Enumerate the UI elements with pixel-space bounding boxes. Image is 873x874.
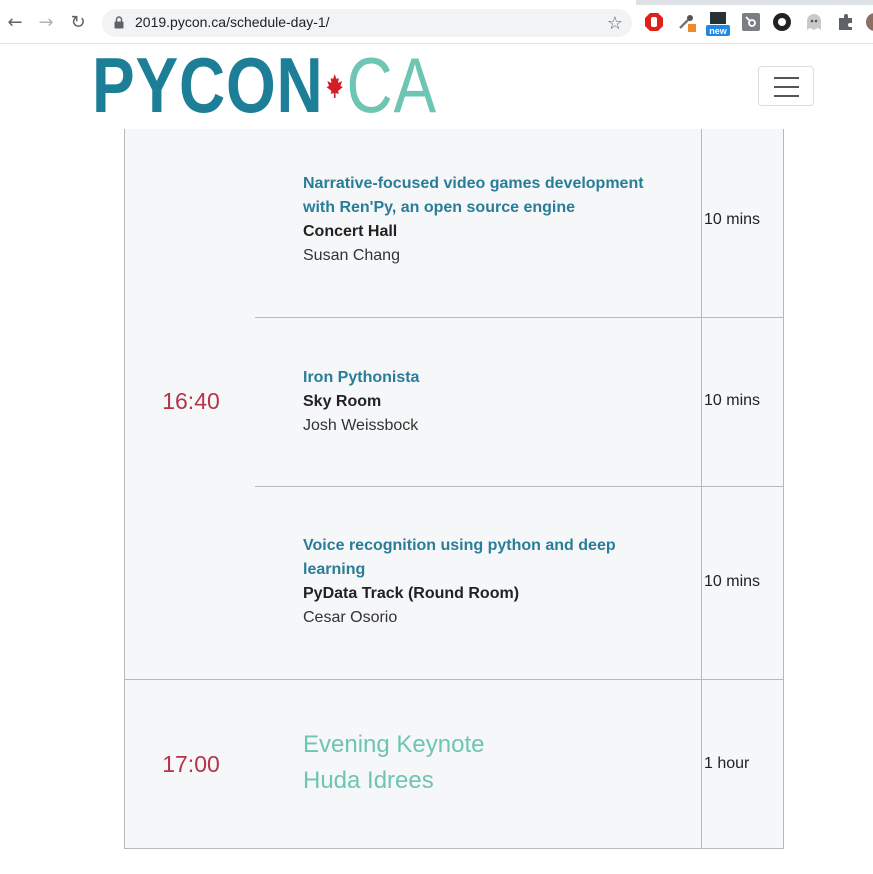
talk-cell: Voice recognition using python and deep … [255,487,702,680]
keynote-title[interactable]: Evening Keynote [303,727,484,763]
puzzle-icon[interactable] [836,12,856,32]
talk-title-line: Narrative-focused video games developmen… [303,175,644,192]
talk-room: PyData Track (Round Room) [303,585,520,602]
active-tab[interactable] [0,0,636,5]
address-bar[interactable]: 2019.pycon.ca/schedule-day-1/ ☆ [102,9,632,37]
talk-room: Concert Hall [303,223,398,240]
duration-cell: 10 mins [702,129,784,318]
site-header: PYCON CA [0,44,873,130]
slot-time: 17:00 [162,751,220,777]
duration-cell: 10 mins [702,487,784,680]
hamburger-menu-button[interactable] [758,66,814,106]
slot-time: 16:40 [162,388,220,414]
lock-icon [114,16,124,29]
schedule-slot: 17:00 Evening Keynote Huda Idrees 1 hour [124,680,784,849]
reload-icon[interactable]: ↻ [67,12,89,34]
duration-cell: 10 mins [702,318,784,487]
avatar[interactable] [865,12,873,32]
logo-ca-text: CA [346,41,438,129]
forward-arrow-icon[interactable]: → [35,12,57,34]
talk-cell: Iron Pythonista Sky Room Josh Weissbock [255,318,702,487]
adblock-icon[interactable] [644,12,664,32]
talk-speaker: Josh Weissbock [303,417,419,434]
tab-strip [0,0,873,5]
talk-duration: 10 mins [704,573,761,590]
menu-bar-icon [774,86,799,88]
talk-title-line: learning [303,561,366,578]
talk-title-line: Iron Pythonista [303,369,420,386]
hubspot-icon[interactable] [741,12,761,32]
talk-speaker: Cesar Osorio [303,609,398,626]
new-extension-icon[interactable]: new [706,11,730,37]
eyedropper-icon[interactable] [676,12,696,32]
maple-leaf-icon [324,52,347,118]
talk-title-line: Voice recognition using python and deep [303,537,616,554]
time-cell: 17:00 [124,680,256,849]
talk-speaker: Susan Chang [303,247,400,264]
talk-duration: 10 mins [704,211,761,228]
talk-cell: Narrative-focused video games developmen… [255,129,702,318]
duration-cell: 1 hour [702,680,784,849]
talk-room: Sky Room [303,393,382,410]
keynote-duration: 1 hour [704,755,750,772]
ghost-icon[interactable] [804,12,824,32]
github-icon[interactable] [772,12,792,32]
talk-title-link[interactable]: Iron Pythonista [303,366,648,390]
back-arrow-icon[interactable]: ← [4,12,26,34]
menu-bar-icon [774,95,799,97]
schedule-slot: 16:40 Narrative-focused video games deve… [124,129,784,680]
pyconca-logo[interactable]: PYCON CA [92,46,437,124]
keynote-speaker[interactable]: Huda Idrees [303,763,434,799]
browser-toolbar: ← → ↻ 2019.pycon.ca/schedule-day-1/ ☆ ne… [0,0,873,44]
logo-pycon-text: PYCON [92,41,324,129]
menu-bar-icon [774,77,799,79]
url-text: 2019.pycon.ca/schedule-day-1/ [135,14,330,30]
talk-title-line: with Ren'Py, an open source engine [303,199,575,216]
talk-title-link[interactable]: Narrative-focused video games developmen… [303,172,648,220]
keynote-cell: Evening Keynote Huda Idrees [255,680,702,849]
new-badge: new [709,26,728,36]
bookmark-star-icon[interactable]: ☆ [607,13,623,34]
talk-duration: 10 mins [704,392,761,409]
time-cell: 16:40 [124,129,256,680]
talk-title-link[interactable]: Voice recognition using python and deep … [303,534,648,582]
